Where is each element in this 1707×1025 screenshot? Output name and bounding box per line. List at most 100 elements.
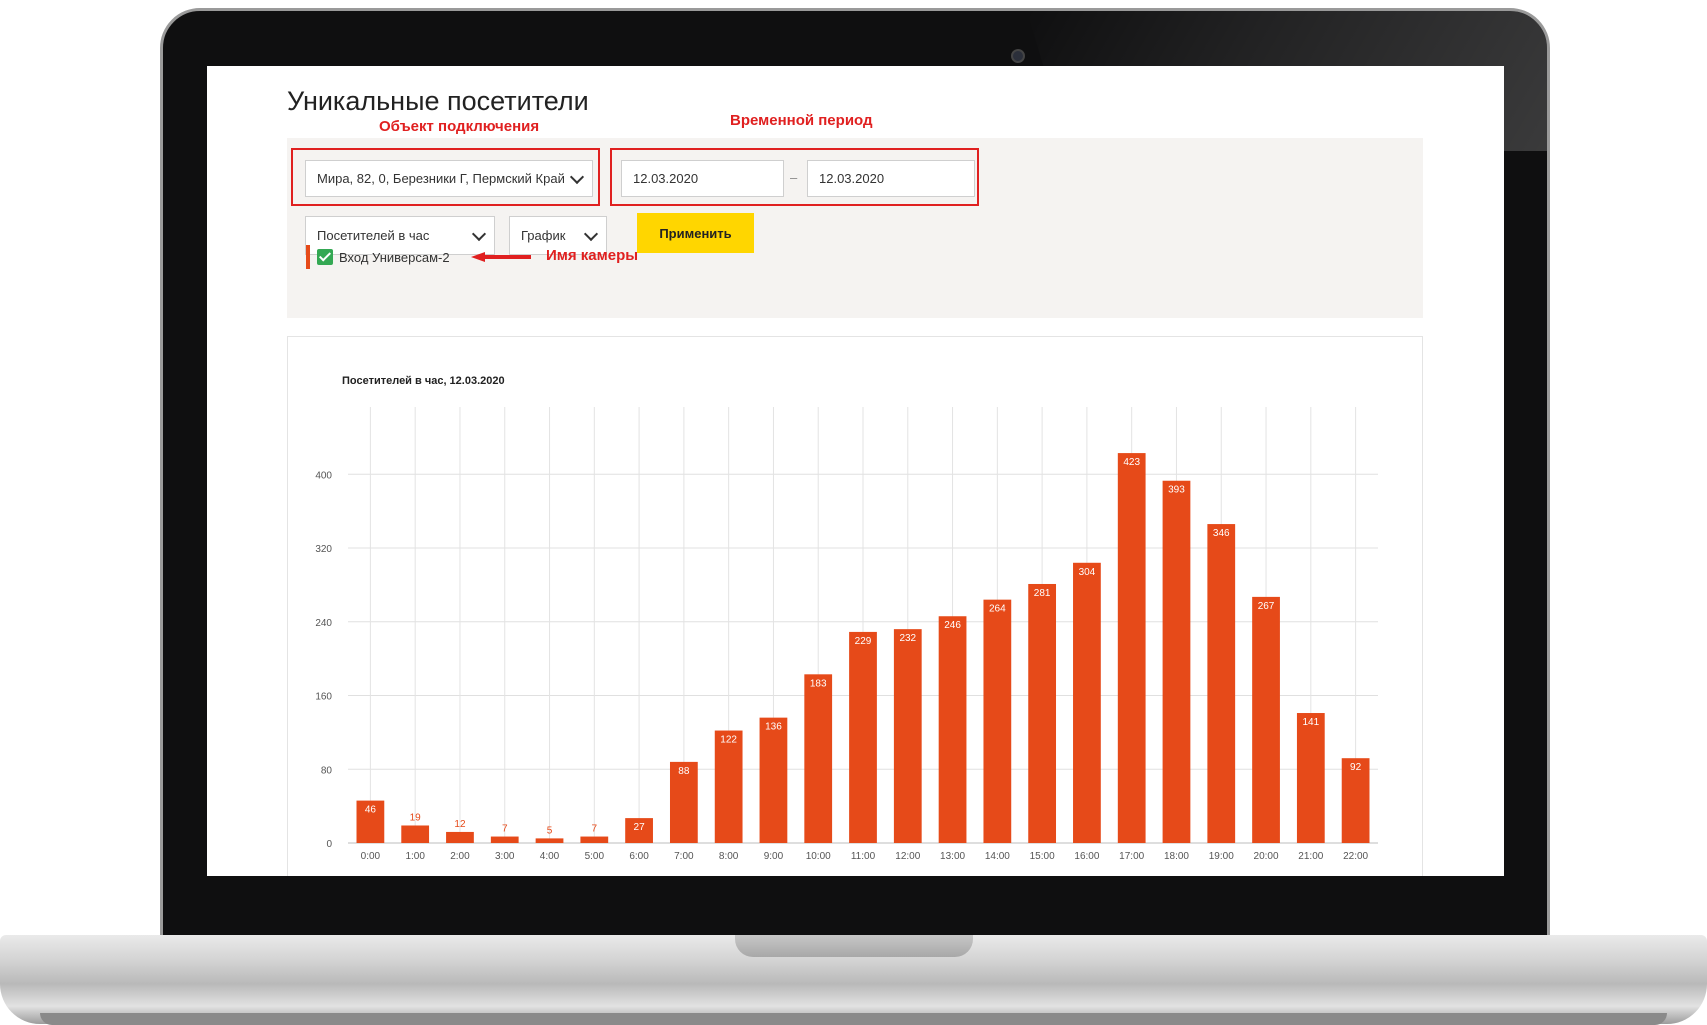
x-tick-label: 21:00 <box>1298 851 1323 862</box>
metric-select-value: Посетителей в час <box>317 228 430 243</box>
bar <box>983 599 1012 843</box>
x-tick-label: 0:00 <box>361 851 381 862</box>
laptop-base-shadow <box>40 1013 1667 1025</box>
x-tick-label: 14:00 <box>985 851 1010 862</box>
bar <box>401 825 430 843</box>
x-tick-label: 1:00 <box>405 851 425 862</box>
bar <box>1162 480 1191 843</box>
page-title: Уникальные посетители <box>287 86 589 116</box>
bar-data-label: 7 <box>502 824 508 835</box>
bar-data-label: 346 <box>1213 528 1230 539</box>
bar-data-label: 19 <box>410 812 422 823</box>
date-separator: – <box>790 170 798 185</box>
camera-color-marker <box>306 245 310 269</box>
arrow-left-icon <box>471 252 531 262</box>
x-tick-label: 5:00 <box>585 851 605 862</box>
camera-row[interactable]: Вход Универсам-2 <box>306 244 450 270</box>
bar-data-label: 5 <box>547 825 553 836</box>
bar-chart: 0 80 160 240 320 400 46 0:00 19 1:00 12 2:00 7 3:00 5 4… <box>315 407 1378 862</box>
x-tick-label: 4:00 <box>540 851 560 862</box>
bar <box>580 836 609 843</box>
bar <box>446 831 474 843</box>
bar <box>490 836 519 843</box>
bar-data-label: 264 <box>989 604 1006 615</box>
bar-data-label: 136 <box>765 722 782 733</box>
bar <box>759 717 788 843</box>
chart-card: Посетителей в час, 12.03.2020 0 80 160 240 3… <box>287 336 1423 876</box>
chevron-down-icon <box>569 169 585 184</box>
bar <box>804 674 833 843</box>
annotation-camera: Имя камеры <box>546 247 639 264</box>
x-tick-label: 2:00 <box>450 851 470 862</box>
chevron-down-icon <box>583 226 599 241</box>
bar <box>714 730 743 843</box>
x-tick-label: 3:00 <box>495 851 515 862</box>
bar-data-label: 267 <box>1258 601 1275 612</box>
x-tick-label: 19:00 <box>1209 851 1234 862</box>
date-to-value: 12.03.2020 <box>819 171 885 186</box>
x-tick-label: 18:00 <box>1164 851 1189 862</box>
bar <box>535 838 564 843</box>
bar-data-label: 88 <box>678 766 690 777</box>
y-tick-label: 0 <box>326 839 332 850</box>
laptop-base <box>0 935 1707 1025</box>
screen: Уникальные посетители Объект подключения… <box>207 66 1504 876</box>
x-tick-label: 17:00 <box>1119 851 1144 862</box>
bar-data-label: 423 <box>1123 457 1140 468</box>
date-from-value: 12.03.2020 <box>633 171 699 186</box>
view-select-value: График <box>521 228 566 243</box>
bar <box>1073 562 1101 843</box>
bar <box>1252 596 1280 843</box>
x-tick-label: 13:00 <box>940 851 965 862</box>
annotation-period: Временной период <box>730 112 873 129</box>
x-tick-label: 15:00 <box>1030 851 1055 862</box>
bar-data-label: 141 <box>1302 717 1319 728</box>
bar <box>1117 453 1146 843</box>
x-tick-label: 22:00 <box>1343 851 1368 862</box>
webcam-icon <box>1011 49 1025 63</box>
annotation-object: Объект подключения <box>379 118 540 135</box>
bar <box>893 629 922 843</box>
x-tick-label: 8:00 <box>719 851 739 862</box>
y-tick-label: 160 <box>315 692 332 703</box>
x-tick-label: 20:00 <box>1254 851 1279 862</box>
bar <box>1028 583 1057 843</box>
y-tick-label: 80 <box>321 765 333 776</box>
bar-data-label: 27 <box>634 822 646 833</box>
bar-data-label: 393 <box>1168 485 1185 496</box>
object-select[interactable]: Мира, 82, 0, Березники Г, Пермский Край <box>305 160 593 197</box>
x-tick-label: 10:00 <box>806 851 831 862</box>
y-tick-label: 240 <box>315 618 332 629</box>
camera-checkbox[interactable] <box>317 249 333 265</box>
date-to-field[interactable]: 12.03.2020 <box>807 160 975 197</box>
bar-data-label: 232 <box>899 633 916 644</box>
bar-data-label: 12 <box>454 819 466 830</box>
x-tick-label: 11:00 <box>851 851 876 862</box>
y-tick-label: 400 <box>315 470 332 481</box>
bar <box>1207 524 1236 843</box>
bar-data-label: 183 <box>810 678 827 689</box>
object-select-value: Мира, 82, 0, Березники Г, Пермский Край <box>317 171 565 186</box>
bar-data-label: 7 <box>592 824 598 835</box>
bar-data-label: 281 <box>1034 588 1051 599</box>
x-tick-label: 16:00 <box>1074 851 1099 862</box>
laptop-notch <box>735 935 973 957</box>
bar <box>1296 713 1325 843</box>
bar-data-label: 304 <box>1079 567 1096 578</box>
bar-data-label: 122 <box>720 735 737 746</box>
chevron-down-icon <box>471 226 487 241</box>
camera-label: Вход Универсам-2 <box>339 249 450 265</box>
bar-data-label: 229 <box>855 636 872 647</box>
y-tick-label: 320 <box>315 544 332 555</box>
bar-data-label: 246 <box>944 620 961 631</box>
bar-data-label: 46 <box>365 805 377 816</box>
bar-data-label: 92 <box>1350 762 1362 773</box>
x-tick-label: 12:00 <box>895 851 920 862</box>
date-from-field[interactable]: 12.03.2020 <box>621 160 784 197</box>
filter-panel: Мира, 82, 0, Березники Г, Пермский Край … <box>287 138 1423 318</box>
bar <box>938 616 967 843</box>
x-tick-label: 6:00 <box>629 851 649 862</box>
x-tick-label: 9:00 <box>764 851 784 862</box>
apply-button[interactable]: Применить <box>637 213 754 253</box>
bar <box>849 631 877 843</box>
